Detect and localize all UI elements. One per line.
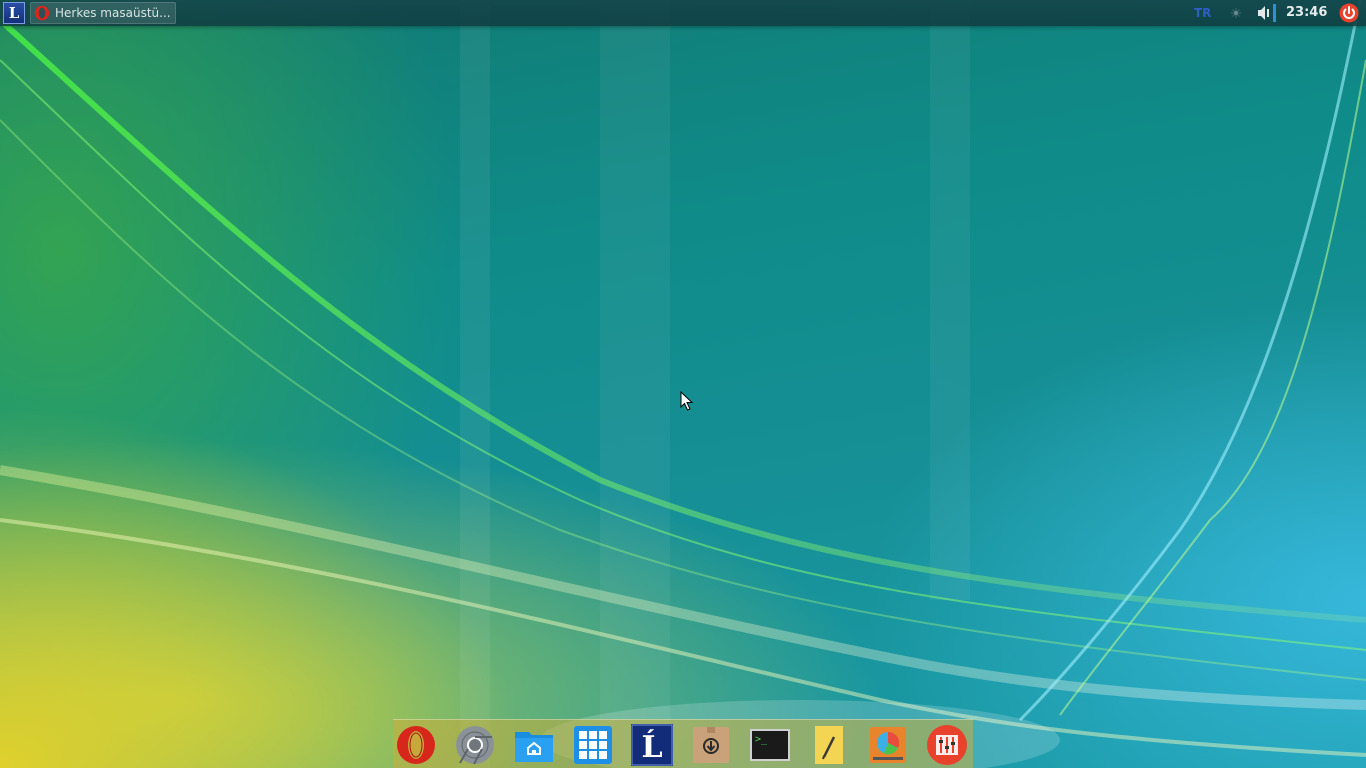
dock-item-package-installer[interactable] <box>690 724 732 766</box>
svg-text:>_: >_ <box>755 734 768 745</box>
distro-logo-icon: Ĺ <box>631 724 673 766</box>
text-editor-icon <box>815 726 843 764</box>
disk-usage-icon <box>870 727 906 763</box>
power-icon[interactable] <box>1339 3 1359 23</box>
dock: Ĺ >_ <box>393 719 973 768</box>
app-grid-icon <box>574 726 612 764</box>
volume-icon[interactable] <box>1256 3 1278 23</box>
wallpaper <box>0 0 1366 768</box>
dock-item-chrome[interactable] <box>454 724 496 766</box>
svg-text:Ĺ: Ĺ <box>641 729 662 765</box>
dock-item-distro-logo[interactable]: Ĺ <box>631 724 673 766</box>
opera-icon <box>397 726 435 764</box>
network-icon[interactable] <box>1229 6 1243 20</box>
mixer-icon <box>927 725 967 765</box>
chrome-icon <box>456 726 494 765</box>
dock-item-terminal[interactable]: >_ <box>749 724 791 766</box>
keyboard-layout-indicator[interactable]: TR <box>1194 0 1211 26</box>
package-install-icon <box>693 727 729 763</box>
taskbar-window-button[interactable]: Herkes masaüstü... <box>30 2 176 24</box>
dock-item-file-manager[interactable] <box>513 724 555 766</box>
dock-item-app-grid[interactable] <box>572 724 614 766</box>
opera-icon <box>34 5 50 21</box>
desktop[interactable]: L Herkes masaüstü... TR 23:46 Ĺ >_ <box>0 0 1366 768</box>
dock-item-disk-usage[interactable] <box>867 724 909 766</box>
taskbar-window-label: Herkes masaüstü... <box>55 6 171 20</box>
start-menu-button[interactable]: L <box>3 2 25 24</box>
dock-item-text-editor[interactable] <box>808 724 850 766</box>
mouse-cursor-icon <box>680 391 694 411</box>
terminal-icon: >_ <box>750 729 790 761</box>
dock-item-opera[interactable] <box>395 724 437 766</box>
clock[interactable]: 23:46 <box>1286 0 1327 26</box>
top-panel: L Herkes masaüstü... TR 23:46 <box>0 0 1366 26</box>
folder-home-icon <box>515 732 553 762</box>
dock-item-settings-mixer[interactable] <box>926 724 968 766</box>
